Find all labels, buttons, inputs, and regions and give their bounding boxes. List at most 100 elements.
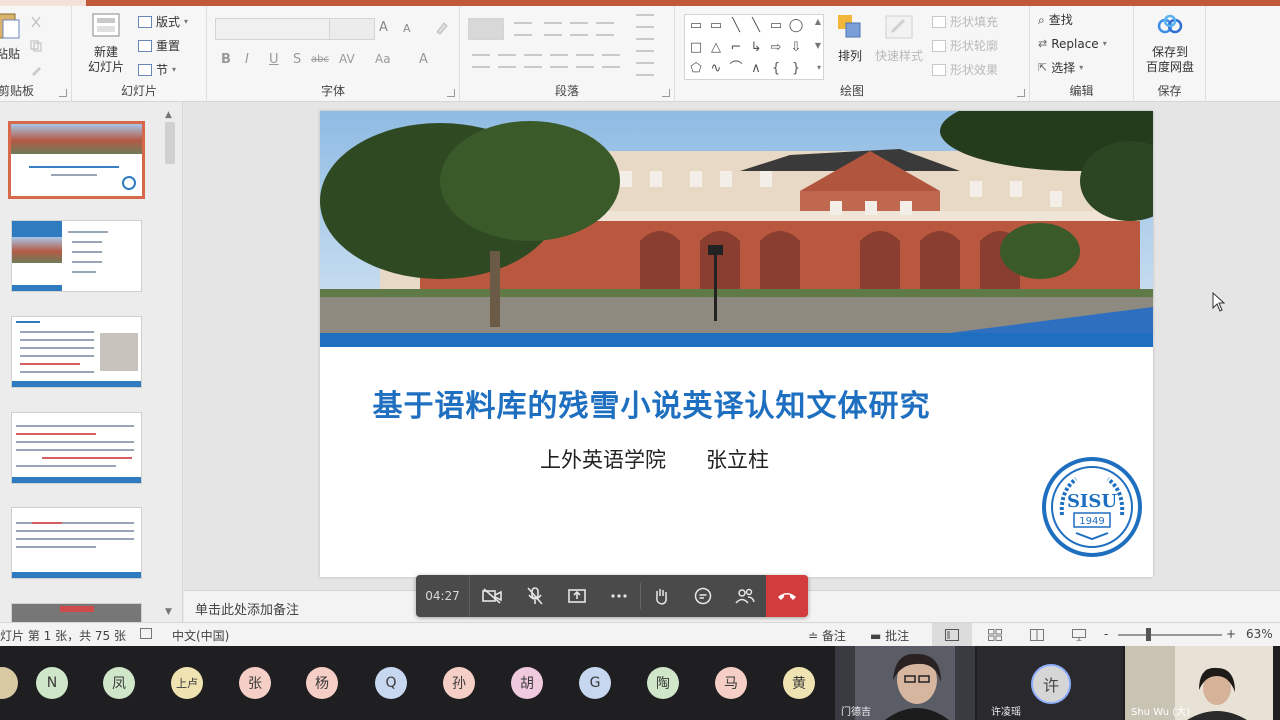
elbow-shape-icon[interactable]: ↳ [747,39,765,57]
italic-button[interactable]: I [245,52,249,67]
rect-shape-icon[interactable]: ▭ [767,17,785,35]
clear-format-icon[interactable] [433,20,449,36]
replace-button[interactable]: ⇄ Replace ▾ [1038,34,1107,54]
slide-thumbnail-2[interactable] [11,220,142,292]
line-spacing-icon[interactable] [596,22,614,36]
find-button[interactable]: ⌕ 查找 [1038,10,1073,30]
curve-shape-icon[interactable]: ∿ [707,60,725,78]
slide-thumbnail-5[interactable] [11,507,142,579]
arc-shape-icon[interactable]: ⌒ [727,60,745,78]
save-to-baidu-button[interactable]: 保存到 百度网盘 [1140,14,1200,75]
zoom-slider-track[interactable] [1118,634,1222,636]
numbering-icon[interactable] [514,22,532,36]
select-button[interactable]: ⇱ 选择 ▾ [1038,58,1083,78]
text-shadow-button[interactable]: S [293,52,301,67]
participant-avatar[interactable]: G [579,667,611,699]
shape-fill-button[interactable]: 形状填充 [932,12,998,32]
current-slide[interactable]: 基于语料库的残雪小说英译认知文体研究 上外英语学院 张立柱 SISU 1949 [320,111,1153,577]
zoom-slider-thumb[interactable] [1146,628,1151,641]
participant-avatar[interactable]: N [36,667,68,699]
video-tile-3[interactable]: Shu Wu (大) [1125,646,1273,720]
shrink-font-button[interactable]: A [403,22,411,35]
slide-thumbnails-panel[interactable] [0,102,183,622]
clipboard-launcher-icon[interactable] [59,89,67,97]
quick-styles-button[interactable]: 快速样式 [870,12,928,64]
reset-button[interactable]: 重置 [138,36,180,56]
font-color-button[interactable]: A [419,52,428,67]
shape-outline-button[interactable]: 形状轮廓 [932,36,998,56]
participant-avatar[interactable]: 马 [715,667,747,699]
video-tile-1[interactable]: 门德吉 [835,646,975,720]
underline-button[interactable]: U [269,52,279,67]
gallery-scroll-up-icon[interactable]: ▲ [815,17,821,26]
columns-icon[interactable] [602,54,620,68]
freeform-shape-icon[interactable]: ∧ [747,60,765,78]
participant-avatar[interactable]: 上卢 [171,667,203,699]
reading-view-icon[interactable] [1030,629,1044,641]
oval-shape-icon[interactable]: ◯ [787,17,805,35]
bold-button[interactable]: B [221,52,231,67]
font-size-box[interactable] [329,18,375,40]
spellcheck-icon[interactable] [140,628,152,639]
char-spacing-button[interactable]: AV [339,52,355,66]
down-arrow-shape-icon[interactable]: ⇩ [787,39,805,57]
slideshow-view-icon[interactable] [1072,629,1086,641]
paragraph-launcher-icon[interactable] [662,89,670,97]
slide-thumbnail-4[interactable] [11,412,142,484]
participant-avatar[interactable]: Q [375,667,407,699]
participant-avatar[interactable]: 黄 [783,667,815,699]
participant-avatar[interactable]: 胡 [511,667,543,699]
share-screen-button[interactable] [556,575,598,617]
gallery-more-icon[interactable]: ▾ [817,63,821,72]
video-tile-2[interactable]: 许 许凌瑶 [977,646,1123,720]
mute-button[interactable] [514,575,556,617]
chat-button[interactable] [682,575,724,617]
increase-indent-icon[interactable] [570,22,588,36]
distribute-icon[interactable] [576,54,594,68]
bullets-button[interactable] [468,18,504,40]
shapes-gallery[interactable]: ▭ ▭ ╲ ╲ ▭ ◯ □ △ ⌐ ↳ ⇨ ⇩ ⬠ ∿ ⌒ ∧ { } ▲ ▼ … [684,14,824,80]
line-shape-icon[interactable]: ╲ [727,17,745,35]
scroll-thumb[interactable] [165,122,175,164]
brace-right-shape-icon[interactable]: } [787,60,805,78]
line2-shape-icon[interactable]: ╲ [747,17,765,35]
right-arrow-shape-icon[interactable]: ⇨ [767,39,785,57]
raise-hand-button[interactable] [640,575,682,617]
connector-shape-icon[interactable]: ⌐ [727,39,745,57]
rect2-shape-icon[interactable]: □ [687,39,705,57]
slide-thumbnail-1[interactable] [8,121,145,199]
align-right-icon[interactable] [524,54,542,68]
pentagon-shape-icon[interactable]: ⬠ [687,60,705,78]
thumbnails-scrollbar[interactable]: ▲ ▼ [162,110,178,620]
zoom-in-button[interactable]: + [1226,627,1236,641]
participant-avatar[interactable]: 孙 [443,667,475,699]
leave-meeting-button[interactable] [766,575,808,617]
language-indicator[interactable]: 中文(中国) [172,627,229,644]
drawing-launcher-icon[interactable] [1017,89,1025,97]
notes-toggle-button[interactable]: ≐ 备注 [808,627,846,644]
triangle-shape-icon[interactable]: △ [707,39,725,57]
scroll-down-icon[interactable]: ▼ [165,607,172,617]
shape-effects-button[interactable]: 形状效果 [932,60,998,80]
decrease-indent-icon[interactable] [544,22,562,36]
participants-button[interactable] [724,575,766,617]
arrange-button[interactable]: 排列 [832,12,868,64]
gallery-scroll-down-icon[interactable]: ▼ [815,41,821,50]
align-left-icon[interactable] [472,54,490,68]
new-slide-button[interactable]: 新建 幻灯片 [78,12,134,75]
paste-button[interactable]: 粘贴 [0,10,24,62]
notes-placeholder[interactable]: 单击此处添加备注 [195,599,299,618]
smartart-icon[interactable] [636,62,654,76]
camera-off-button[interactable] [471,575,513,617]
format-painter-icon[interactable] [30,64,42,76]
align-text-icon[interactable] [636,38,654,52]
slide-thumbnail-6[interactable] [11,603,142,622]
vertical-textbox-shape-icon[interactable]: ▭ [707,17,725,35]
participant-avatar[interactable]: 凤 [103,667,135,699]
slide-subtitle[interactable]: 上外英语学院 张立柱 [540,444,769,474]
text-direction-icon[interactable] [636,14,654,28]
more-options-button[interactable] [598,575,640,617]
copy-icon[interactable] [30,40,42,52]
zoom-level[interactable]: 63% [1246,627,1273,641]
textbox-shape-icon[interactable]: ▭ [687,17,705,35]
